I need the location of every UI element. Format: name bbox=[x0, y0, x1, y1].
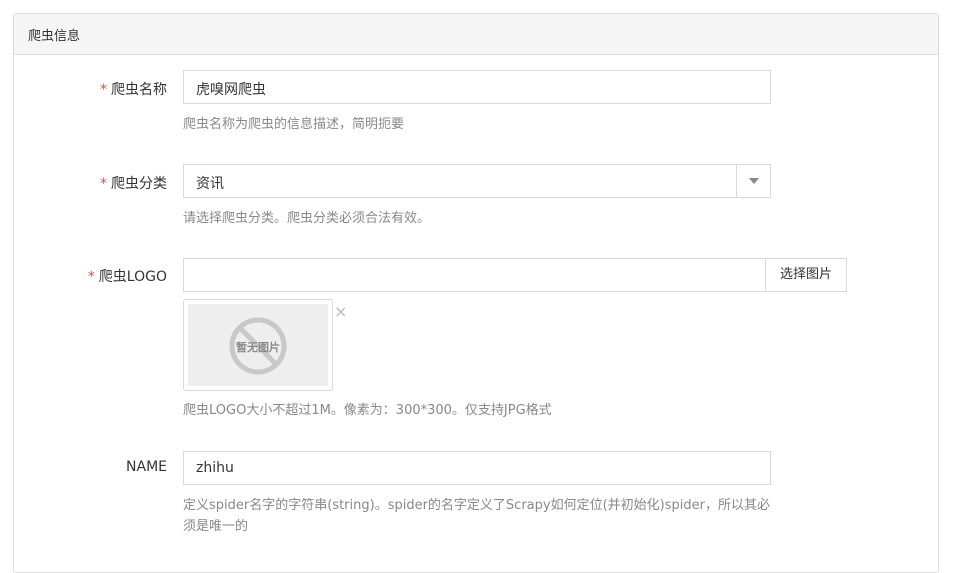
spider-logo-label: * 爬虫LOGO bbox=[87, 269, 167, 285]
no-image-text: 暂无图片 bbox=[236, 341, 280, 354]
spider-logo-input[interactable] bbox=[183, 258, 766, 292]
spider-category-select[interactable]: 资讯 bbox=[183, 164, 771, 198]
spider-category-label: * 爬虫分类 bbox=[100, 176, 167, 192]
required-mark: * bbox=[100, 82, 107, 98]
logo-preview: 暂无图片 bbox=[183, 299, 333, 391]
required-mark: * bbox=[100, 176, 107, 192]
spider-name-id-help: 定义spider名字的字符串(string)。spider的名字定义了Scrap… bbox=[183, 498, 770, 534]
select-caret-button[interactable] bbox=[736, 165, 770, 197]
spider-category-help: 请选择爬虫分类。爬虫分类必须合法有效。 bbox=[183, 211, 431, 226]
spider-info-panel: 爬虫信息 * 爬虫名称 虎嗅网爬虫 爬虫名称为爬虫的信息描述，简明扼要 * 爬虫分类… bbox=[13, 13, 939, 573]
required-mark: * bbox=[87, 269, 95, 285]
panel-title: 爬虫信息 bbox=[14, 14, 938, 55]
caret-down-icon bbox=[749, 178, 759, 184]
close-icon[interactable]: × bbox=[334, 304, 347, 320]
spider-logo-help: 爬虫LOGO大小不超过1M。像素为：300*300。仅支持JPG格式 bbox=[183, 403, 552, 418]
category-selected-value: 资讯 bbox=[196, 176, 224, 192]
spider-name-id-input[interactable]: zhihu bbox=[183, 451, 771, 485]
spider-name-label: * 爬虫名称 bbox=[100, 82, 167, 98]
spider-name-input[interactable]: 虎嗅网爬虫 bbox=[183, 70, 771, 104]
spider-name-help: 爬虫名称为爬虫的信息描述，简明扼要 bbox=[183, 117, 405, 132]
choose-image-button[interactable]: 选择图片 bbox=[765, 258, 847, 292]
spider-name-id-label: NAME bbox=[126, 459, 167, 475]
